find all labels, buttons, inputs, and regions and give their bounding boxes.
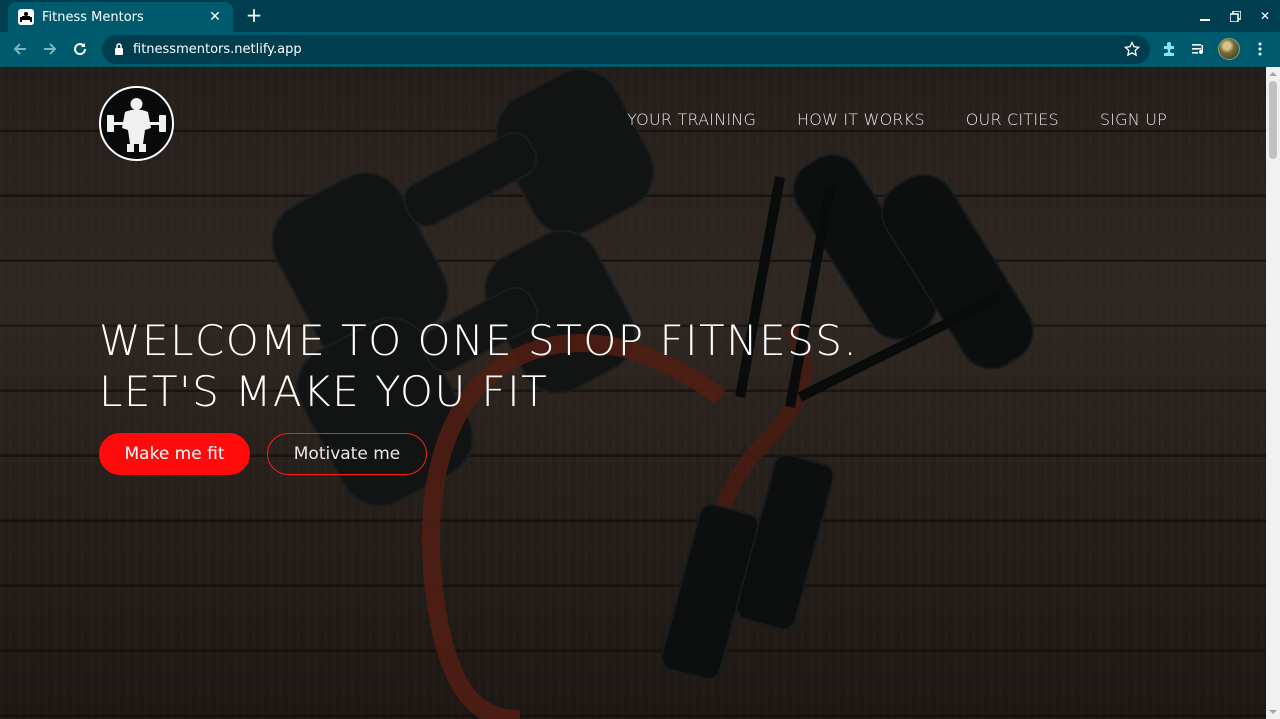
hero-heading-line-1: WELCOME TO ONE STOP FITNESS.	[99, 316, 859, 365]
lock-icon	[114, 40, 124, 59]
tab-title: Fitness Mentors	[42, 9, 144, 25]
scroll-down-icon[interactable]	[1269, 708, 1277, 716]
motivate-me-button[interactable]: Motivate me	[267, 433, 427, 475]
hero-buttons: Make me fit Motivate me	[99, 433, 427, 475]
favicon-icon	[18, 9, 34, 25]
new-tab-button[interactable]: +	[242, 4, 266, 28]
hero-section: WELCOME TO ONE STOP FITNESS. LET'S MAKE …	[99, 315, 858, 417]
site-logo[interactable]	[99, 86, 174, 161]
nav-sign-up[interactable]: SIGN UP	[1100, 110, 1167, 129]
extensions-icon[interactable]	[1157, 37, 1181, 61]
main-nav: YOUR TRAINING HOW IT WORKS OUR CITIES SI…	[627, 110, 1167, 129]
nav-our-cities[interactable]: OUR CITIES	[966, 110, 1059, 129]
avatar	[1218, 38, 1240, 60]
profile-avatar[interactable]	[1217, 37, 1241, 61]
media-queue-icon[interactable]	[1187, 37, 1211, 61]
nav-how-it-works[interactable]: HOW IT WORKS	[797, 110, 925, 129]
url-text: fitnessmentors.netlify.app	[133, 42, 302, 57]
weightlifter-logo-icon	[107, 98, 166, 152]
scroll-thumb[interactable]	[1269, 81, 1277, 159]
minimize-button[interactable]	[1190, 0, 1220, 32]
menu-dots-icon[interactable]	[1248, 37, 1272, 61]
close-window-button[interactable]: ✕	[1250, 0, 1280, 32]
nav-your-training[interactable]: YOUR TRAINING	[627, 110, 756, 129]
back-arrow-icon[interactable]	[8, 37, 32, 61]
scroll-up-icon[interactable]	[1269, 70, 1277, 78]
browser-toolbar: fitnessmentors.netlify.app	[0, 32, 1280, 67]
forward-arrow-icon[interactable]	[38, 37, 62, 61]
page-scrollbar[interactable]	[1266, 67, 1280, 719]
restore-button[interactable]	[1220, 0, 1250, 32]
hero-heading: WELCOME TO ONE STOP FITNESS. LET'S MAKE …	[99, 315, 858, 417]
page-viewport: YOUR TRAINING HOW IT WORKS OUR CITIES SI…	[0, 67, 1266, 719]
browser-tab[interactable]: Fitness Mentors ✕	[8, 2, 233, 32]
close-tab-icon[interactable]: ✕	[207, 9, 223, 25]
make-me-fit-button[interactable]: Make me fit	[99, 433, 250, 475]
browser-titlebar: Fitness Mentors ✕ + ✕	[0, 0, 1280, 32]
reload-icon[interactable]	[68, 37, 92, 61]
hero-heading-line-2: LET'S MAKE YOU FIT	[99, 367, 549, 416]
address-bar[interactable]: fitnessmentors.netlify.app	[102, 35, 1150, 64]
star-icon[interactable]	[1123, 40, 1141, 61]
window-controls: ✕	[1190, 0, 1280, 32]
